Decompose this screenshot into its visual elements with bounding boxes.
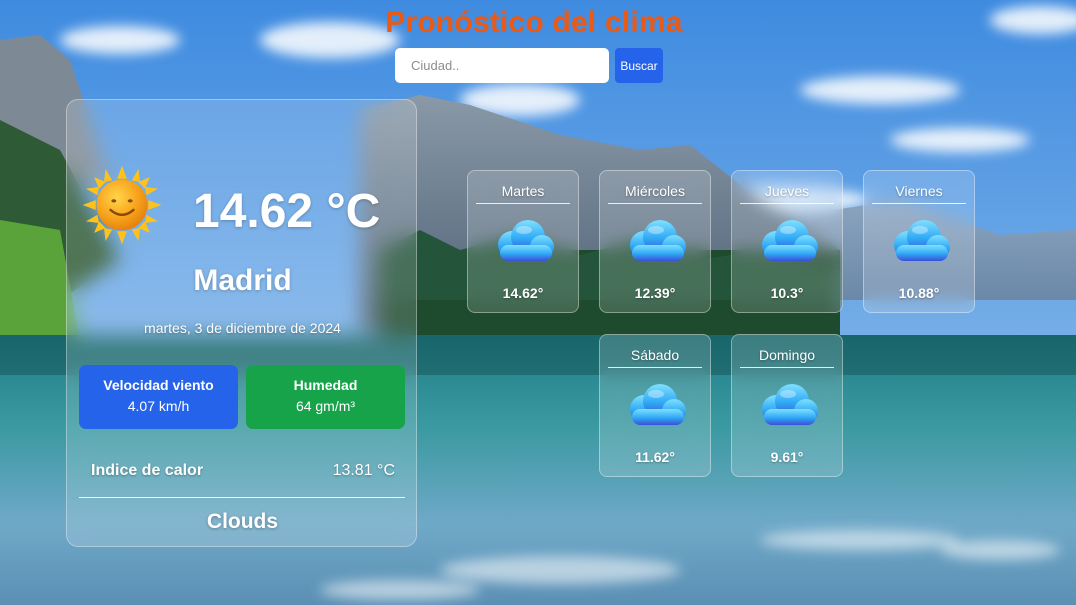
forecast-temp: 14.62° (502, 285, 544, 301)
forecast-card-martes: Martes 14.62° (467, 170, 579, 313)
cloud-icon (762, 220, 818, 261)
forecast-day: Domingo (758, 347, 816, 363)
forecast-divider (740, 203, 834, 204)
forecast-card-miercoles: Miércoles 12.39° (599, 170, 711, 313)
forecast-temp: 11.62° (635, 449, 675, 465)
divider (79, 497, 405, 498)
city-name: Madrid (193, 264, 292, 297)
forecast-divider (608, 367, 702, 368)
sun-icon (82, 165, 162, 245)
forecast-day: Jueves (764, 183, 810, 199)
city-search-input[interactable] (395, 48, 609, 83)
forecast-card-sabado: Sábado 11.62° (599, 334, 711, 477)
humidity-label: Humedad (293, 377, 358, 393)
forecast-day: Miércoles (625, 183, 685, 199)
wind-speed-value: 4.07 km/h (127, 398, 190, 414)
heat-index-row: Indice de calor 13.81 °C (91, 462, 395, 484)
humidity-box: Humedad 64 gm/m³ (246, 365, 405, 429)
cloud-icon (762, 384, 818, 425)
forecast-temp: 9.61° (770, 449, 804, 465)
search-button[interactable]: Buscar (615, 48, 663, 83)
forecast-temp: 10.3° (770, 285, 804, 301)
humidity-value: 64 gm/m³ (295, 398, 356, 414)
forecast-card-domingo: Domingo 9.61° (731, 334, 843, 477)
forecast-temp: 12.39° (634, 285, 676, 301)
cloud-icon (894, 220, 950, 261)
cloud-icon (630, 220, 686, 261)
forecast-card-jueves: Jueves 10.3° (731, 170, 843, 313)
forecast-divider (740, 367, 834, 368)
forecast-temp: 10.88° (898, 285, 940, 301)
cloud-icon (498, 220, 554, 261)
heat-index-value: 13.81 °C (332, 462, 395, 479)
forecast-divider (608, 203, 702, 204)
forecast-day: Viernes (895, 183, 943, 199)
wind-speed-label: Velocidad viento (103, 377, 214, 393)
weather-condition: Clouds (206, 510, 279, 533)
forecast-divider (872, 203, 966, 204)
current-date: martes, 3 de diciembre de 2024 (144, 320, 341, 336)
forecast-day: Sábado (630, 347, 680, 363)
heat-index-label: Indice de calor (91, 462, 204, 479)
current-weather-card: 14.62 °C Madrid martes, 3 de diciembre d… (66, 99, 417, 547)
forecast-divider (476, 203, 570, 204)
cloud-icon (630, 384, 686, 425)
forecast-day: Martes (501, 183, 545, 199)
current-temperature: 14.62 °C (193, 185, 381, 238)
page-title: Pronóstico del clima (385, 6, 683, 39)
forecast-card-viernes: Viernes 10.88° (863, 170, 975, 313)
wind-speed-box: Velocidad viento 4.07 km/h (79, 365, 238, 429)
